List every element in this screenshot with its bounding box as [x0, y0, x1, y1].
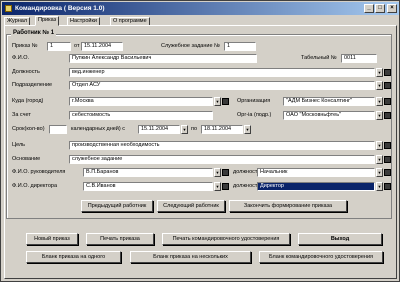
blank-order-multiple-button[interactable]: Бланк приказа на нескольких [130, 251, 251, 263]
org2-input[interactable]: ОАО "Московньфтеь" [283, 111, 375, 120]
basis-dropdown-arrow-icon[interactable]: ▼ [376, 155, 383, 164]
city-label: Куда (город) [12, 98, 44, 104]
position-input[interactable]: вед.инженер [69, 68, 375, 77]
blank-certificate-button[interactable]: Бланк командировочного удостоверения [259, 251, 383, 263]
period-days-label: календарных дней) с [71, 126, 125, 132]
head-input[interactable]: В.П.Баранов [83, 168, 213, 177]
org-add-button[interactable] [384, 98, 391, 105]
org-input[interactable]: "АДМ Бизнес Консалтинг" [283, 97, 375, 106]
department-dropdown-arrow-icon[interactable]: ▼ [376, 81, 383, 90]
payer-input[interactable]: себестоимость [69, 111, 213, 120]
director-label: Ф.И.О. директора [12, 183, 58, 189]
task-num-label: Служебное задание № [161, 43, 220, 49]
task-num-input[interactable]: 1 [224, 42, 256, 51]
director-add-button[interactable] [222, 183, 229, 190]
period-days-input[interactable] [49, 125, 67, 134]
org2-add-button[interactable] [384, 112, 391, 119]
main-window: Командировка ( Версия 1.0) _ □ × Журнал … [0, 0, 400, 282]
tab-num-label: Табельный № [301, 55, 337, 61]
print-order-button[interactable]: Печать приказа [86, 233, 154, 245]
group-title: Работник № 1 [11, 30, 57, 36]
close-button[interactable]: × [387, 4, 397, 13]
city-add-button[interactable] [222, 98, 229, 105]
period-to-input[interactable]: 18.11.2004 [201, 125, 243, 134]
department-input[interactable]: Отдел АСУ [69, 81, 375, 90]
fio-input[interactable]: Пупкин Александр Васильевич [69, 54, 257, 63]
director-input[interactable]: С.В.Иванов [83, 182, 213, 191]
fio-label: Ф.И.О. [12, 55, 29, 61]
order-num-label: Приказ № [12, 43, 38, 49]
period-to-label: по [191, 126, 198, 132]
next-employee-button[interactable]: Следующий работник [157, 200, 225, 212]
basis-input[interactable]: служебное задание [69, 155, 375, 164]
head-label: Ф.И.О. руководителя [12, 169, 66, 175]
city-dropdown-arrow-icon[interactable]: ▼ [214, 97, 221, 106]
goal-add-button[interactable] [384, 142, 391, 149]
prev-employee-button[interactable]: Предыдущий работник [81, 200, 153, 212]
org2-dropdown-arrow-icon[interactable]: ▼ [376, 111, 383, 120]
maximize-button[interactable]: □ [375, 4, 385, 13]
head-dropdown-arrow-icon[interactable]: ▼ [214, 168, 221, 177]
goal-dropdown-arrow-icon[interactable]: ▼ [376, 141, 383, 150]
city-input[interactable]: г.Москва [69, 97, 213, 106]
period-label: Срок(кол-во) [12, 126, 45, 132]
tab-order[interactable]: Приказ [35, 16, 60, 26]
director-dropdown-arrow-icon[interactable]: ▼ [214, 182, 221, 191]
basis-label: Основание [12, 156, 41, 162]
finish-order-button[interactable]: Закончить формирование приказа [229, 200, 347, 212]
blank-order-single-button[interactable]: Бланк приказа на одного [26, 251, 121, 263]
position-add-button[interactable] [384, 69, 391, 76]
exit-button[interactable]: Выход [298, 233, 382, 245]
goal-input[interactable]: производственная необходимость [69, 141, 375, 150]
new-order-button[interactable]: Новый приказ [26, 233, 78, 245]
director-pos-input[interactable]: Директор [257, 182, 375, 191]
department-label: Подразделение [12, 82, 53, 88]
position-dropdown-arrow-icon[interactable]: ▼ [376, 68, 383, 77]
org-label: Организация [237, 98, 271, 104]
goal-label: Цель [12, 142, 26, 148]
period-to-dropdown-arrow-icon[interactable]: ▼ [244, 125, 251, 134]
period-from-input[interactable]: 15.11.2004 [138, 125, 180, 134]
basis-add-button[interactable] [384, 156, 391, 163]
head-pos-input[interactable]: Начальник [257, 168, 375, 177]
app-icon [5, 5, 12, 12]
head-pos-add-button[interactable] [384, 169, 391, 176]
window-title: Командировка ( Версия 1.0) [15, 5, 105, 12]
tab-num-input[interactable]: 0011 [341, 54, 377, 63]
title-bar: Командировка ( Версия 1.0) _ □ × [2, 2, 399, 15]
order-date-label: от [74, 43, 80, 49]
position-label: Должность [12, 69, 40, 75]
head-add-button[interactable] [222, 169, 229, 176]
org2-label: Орг-ia (подр.) [237, 112, 272, 118]
director-pos-dropdown-arrow-icon[interactable]: ▼ [376, 182, 383, 191]
head-pos-dropdown-arrow-icon[interactable]: ▼ [376, 168, 383, 177]
payer-label: За счет [12, 112, 31, 118]
minimize-button[interactable]: _ [364, 4, 374, 13]
org-dropdown-arrow-icon[interactable]: ▼ [376, 97, 383, 106]
order-num-input[interactable]: 1 [47, 42, 71, 51]
department-add-button[interactable] [384, 82, 391, 89]
print-certificate-button[interactable]: Печать командировочного удостоверения [162, 233, 290, 245]
director-pos-add-button[interactable] [384, 183, 391, 190]
period-from-dropdown-arrow-icon[interactable]: ▼ [181, 125, 188, 134]
order-date-input[interactable]: 15.11.2004 [81, 42, 123, 51]
